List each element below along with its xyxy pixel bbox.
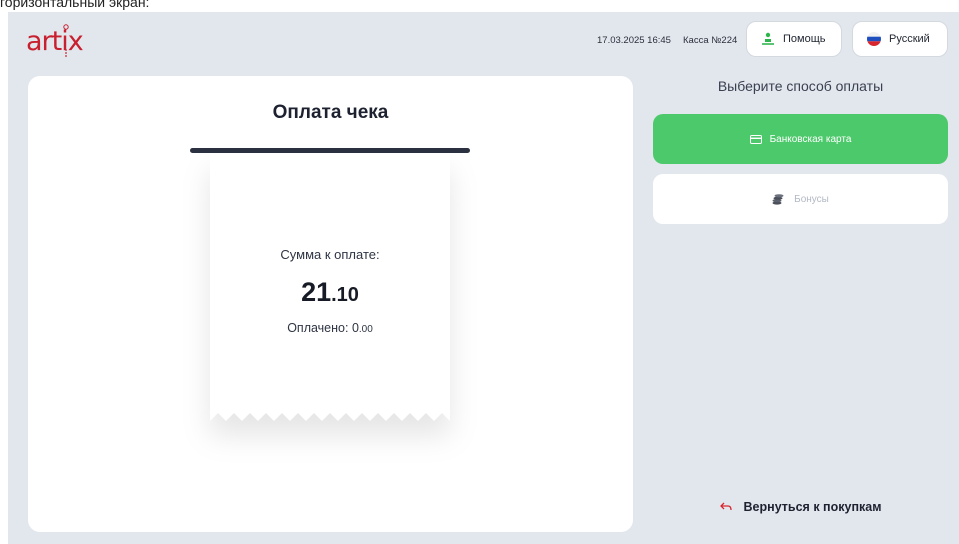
back-to-shopping-button[interactable]: Вернуться к покупкам (653, 496, 948, 518)
register-number: Касса №224 (683, 35, 738, 46)
paid-integer: 0 (351, 321, 359, 335)
russian-flag-icon (867, 32, 881, 46)
payment-method-title: Выберите способ оплаты (717, 78, 884, 94)
language-button[interactable]: Русский (852, 21, 948, 57)
back-label: Вернуться к покупкам (743, 500, 882, 514)
amount-due-decimal: .10 (331, 284, 359, 306)
logo-dots-icon (63, 24, 69, 57)
language-label: Русский (889, 33, 930, 45)
bonuses-label: Бонусы (794, 193, 829, 205)
amount-due-label: Сумма к оплате: (280, 247, 380, 262)
page-title: Оплата чека (272, 102, 389, 123)
help-label: Помощь (783, 33, 826, 45)
paid-label: Оплачено: (287, 321, 352, 335)
amount-due-value: 21.10 (210, 277, 450, 308)
top-bar: artix 17.03.2025 16:45 Касса №224 Помощь (8, 12, 959, 68)
help-person-icon (762, 32, 774, 45)
receipt-panel: Оплата чека Сумма к оплате: 21.10 Оплаче… (28, 76, 633, 532)
receipt-paper: Сумма к оплате: 21.10 Оплачено: 0.00 (210, 153, 450, 428)
datetime: 17.03.2025 16:45 (597, 35, 671, 46)
kiosk-screen: artix 17.03.2025 16:45 Касса №224 Помощь (8, 12, 959, 544)
paid-decimal: .00 (358, 324, 373, 335)
screen-caption: горизонтальный экран: (0, 0, 150, 10)
credit-card-icon (749, 134, 762, 144)
back-arrow-icon (719, 502, 732, 511)
amount-due-integer: 21 (301, 277, 332, 307)
coins-icon (772, 194, 784, 205)
bonuses-button[interactable]: Бонусы (653, 174, 948, 224)
brand-logo: artix (26, 24, 84, 57)
bank-card-button[interactable]: Банковская карта (653, 114, 948, 164)
help-button[interactable]: Помощь (746, 21, 842, 57)
paid-amount: Оплачено: 0.00 (210, 321, 450, 335)
bank-card-label: Банковская карта (769, 133, 852, 145)
